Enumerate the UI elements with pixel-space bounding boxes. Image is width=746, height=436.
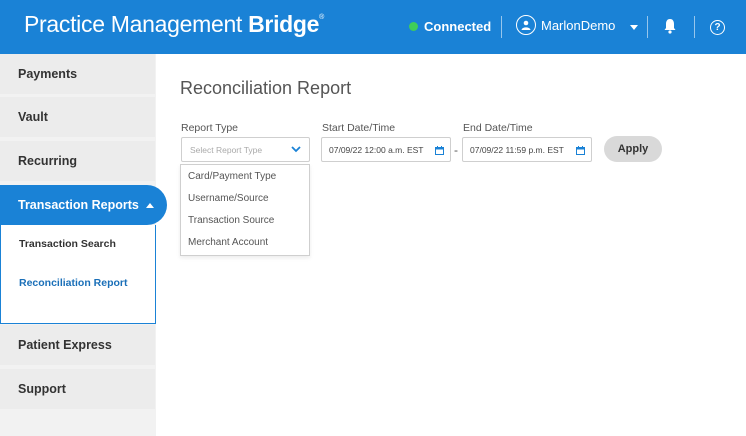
user-menu[interactable]: MarlonDemo [516, 15, 615, 35]
page-title: Reconciliation Report [180, 78, 352, 98]
divider [694, 16, 695, 38]
report-type-label: Report Type [181, 122, 239, 134]
top-bar: Practice Management Bridge® Connected Ma… [0, 0, 746, 54]
sidebar-item-patient-express[interactable]: Patient Express [0, 325, 155, 365]
brand-name: Practice Management [24, 11, 243, 37]
connection-status-label: Connected [424, 19, 492, 34]
sidebar-item-transaction-reports[interactable]: Transaction Reports [0, 185, 167, 225]
submenu-item-reconciliation-report[interactable]: Reconciliation Report [19, 277, 128, 289]
calendar-icon[interactable] [576, 146, 585, 157]
sidebar-item-payments[interactable]: Payments [0, 54, 155, 94]
dropdown-option-merchant-account[interactable]: Merchant Account [188, 237, 268, 248]
start-date-input[interactable]: 07/09/22 12:00 a.m. EST [321, 137, 451, 162]
apply-button[interactable]: Apply [604, 136, 662, 162]
chevron-down-icon[interactable] [630, 25, 638, 30]
dropdown-option-transaction-source[interactable]: Transaction Source [188, 215, 274, 226]
end-date-value: 07/09/22 11:59 p.m. EST [470, 144, 564, 155]
sidebar-item-recurring[interactable]: Recurring [0, 141, 155, 181]
sidebar-item-support[interactable]: Support [0, 369, 155, 409]
chevron-down-icon [291, 145, 301, 155]
dropdown-option-username-source[interactable]: Username/Source [188, 193, 269, 204]
connection-status: Connected [409, 19, 491, 34]
report-type-dropdown: Card/Payment Type Username/Source Transa… [180, 164, 310, 256]
registered-mark: ® [319, 14, 325, 21]
brand-name-bold: Bridge [248, 11, 320, 37]
brand-logo[interactable]: Practice Management Bridge® [24, 11, 324, 38]
report-type-placeholder: Select Report Type [190, 144, 263, 155]
chevron-up-icon [145, 202, 154, 208]
report-type-select[interactable]: Select Report Type [181, 137, 310, 162]
username: MarlonDemo [541, 17, 616, 33]
sidebar-item-label: Transaction Reports [18, 198, 139, 212]
dropdown-option-card-payment-type[interactable]: Card/Payment Type [188, 171, 276, 182]
sidebar-item-vault[interactable]: Vault [0, 97, 155, 137]
user-avatar-icon [516, 15, 536, 35]
divider [647, 16, 648, 38]
help-icon[interactable]: ? [710, 20, 725, 35]
submenu-item-transaction-search[interactable]: Transaction Search [19, 238, 116, 250]
date-range-separator: - [454, 143, 458, 157]
status-dot [409, 22, 418, 31]
end-date-input[interactable]: 07/09/22 11:59 p.m. EST [462, 137, 592, 162]
start-date-label: Start Date/Time [322, 122, 396, 134]
start-date-value: 07/09/22 12:00 a.m. EST [329, 144, 424, 155]
calendar-icon[interactable] [435, 146, 444, 157]
divider [501, 16, 502, 38]
transaction-reports-submenu: Transaction Search Reconciliation Report [0, 225, 156, 324]
bell-icon[interactable] [663, 18, 677, 39]
end-date-label: End Date/Time [463, 122, 533, 134]
